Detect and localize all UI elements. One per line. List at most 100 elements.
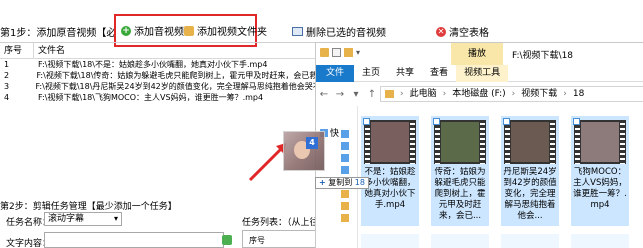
up-icon[interactable]: ↑ xyxy=(364,89,380,100)
video-frame xyxy=(581,122,619,162)
file-tile-partial[interactable] xyxy=(501,234,559,248)
file-name: 不是：姑娘趁多小伙嘴翻，她真对小伙下手.mp4 xyxy=(364,167,416,210)
clear-table-button[interactable]: ✕ 清空表格 xyxy=(436,24,489,39)
ribbon-tabs: 文件 主页 共享 查看 视频工具 xyxy=(316,65,643,82)
clear-icon: ✕ xyxy=(436,26,446,37)
table-row[interactable]: 4 F:\视频下载\18\飞狗MOCO：主人VS妈妈，谁更胜一筹？.mp4 xyxy=(0,92,330,103)
insert-icon[interactable] xyxy=(222,235,232,245)
drag-count-badge: 4 xyxy=(306,137,318,149)
file-tile[interactable]: 传奇：姑娘为躲避毛虎只能爬到树上，霍元甲及时赶来，会已... xyxy=(431,116,489,226)
address-row: ← → ▾ ↑ › 此电脑 › 本地磁盘 (F:) › 视频下载 › 18 xyxy=(316,83,643,105)
drag-tip-target: 18 xyxy=(354,178,365,187)
tab-view[interactable]: 查看 xyxy=(422,65,456,82)
table-row[interactable]: 3 F:\视频下载\18\丹尼斯吴24岁到42岁的颜值变化，完全理解马思纯抱着他… xyxy=(0,81,330,92)
col-filename: 文件名 xyxy=(38,46,66,56)
nav-quick-access-label: 快 xyxy=(330,129,340,139)
folder-icon xyxy=(184,25,194,36)
file-tile-partial[interactable] xyxy=(361,234,419,248)
drag-tip-text: 复制到 xyxy=(328,178,353,187)
file-grid: 不是：姑娘趁多小伙嘴翻，她真对小伙下手.mp4 传奇：姑娘为躲避毛虎只能爬到树上… xyxy=(361,116,643,248)
new-folder-icon[interactable] xyxy=(344,48,353,57)
breadcrumb-current[interactable]: 18 xyxy=(573,87,584,101)
breadcrumb-folder[interactable]: 视频下载 xyxy=(521,87,557,101)
drag-preview-thumbnail xyxy=(283,131,325,171)
file-tile[interactable]: 飞狗MOCO：主人VS妈妈，谁更胜一筹？.mp4 xyxy=(571,116,629,226)
task-name-select[interactable]: 滚动字幕 ▾ xyxy=(44,212,122,226)
folder-icon[interactable] xyxy=(341,190,349,198)
text-content-input[interactable] xyxy=(44,232,224,248)
chevron-down-icon[interactable]: ▾ xyxy=(348,89,364,100)
add-icon: + xyxy=(121,25,131,36)
properties-icon[interactable] xyxy=(332,48,341,57)
row-no: 3 xyxy=(4,82,10,91)
file-name: 飞狗MOCO：主人VS妈妈，谁更胜一筹？.mp4 xyxy=(573,167,627,210)
row-no: 1 xyxy=(4,60,10,69)
row-filename: F:\视频下载\18\不是：姑娘趁多小伙嘴翻，她真对小伙下手.mp4 xyxy=(38,60,268,69)
breadcrumb-drive[interactable]: 本地磁盘 (F:) xyxy=(452,87,505,101)
documents-icon[interactable] xyxy=(341,154,349,162)
file-tile-partial[interactable] xyxy=(431,234,489,248)
add-folder-button[interactable]: 添加视频文件夹 xyxy=(184,23,267,38)
chevron-down-icon: ▾ xyxy=(113,214,118,223)
video-thumbnail xyxy=(574,120,626,164)
file-name: 传奇：姑娘为躲避毛虎只能爬到树上，霍元甲及时赶来，会已... xyxy=(434,167,486,221)
breadcrumb-this-pc[interactable]: 此电脑 xyxy=(410,87,437,101)
folder-icon[interactable] xyxy=(341,202,349,210)
file-explorer-window: ▾ 播放 F:\视频下载\18 文件 主页 共享 查看 视频工具 ← → ▾ ↑… xyxy=(315,42,643,248)
file-tile[interactable]: 不是：姑娘趁多小伙嘴翻，她真对小伙下手.mp4 xyxy=(361,116,419,226)
download-icon[interactable] xyxy=(341,142,349,150)
tab-home[interactable]: 主页 xyxy=(354,65,388,82)
video-thumbnail xyxy=(364,120,416,164)
task-name-value: 滚动字幕 xyxy=(48,214,85,224)
quick-access-toolbar: ▾ xyxy=(320,48,360,57)
file-tile[interactable]: 丹尼斯吴24岁到42岁的颜值变化，完全理解马思纯抱着他会... xyxy=(501,116,559,226)
delete-selected-label: 删除已选的音视频 xyxy=(306,28,386,39)
clear-table-label: 清空表格 xyxy=(449,28,489,39)
forward-icon[interactable]: → xyxy=(332,89,348,100)
step2-label: 第2步：剪辑任务管理【最少添加一个任务】 xyxy=(0,202,177,212)
folder-icon xyxy=(320,48,329,57)
address-bar[interactable]: › 此电脑 › 本地磁盘 (F:) › 视频下载 › 18 xyxy=(380,86,643,102)
back-icon[interactable]: ← xyxy=(316,89,332,100)
pictures-icon[interactable] xyxy=(341,166,349,174)
list-delete-icon xyxy=(292,27,303,36)
table-row[interactable]: 1 F:\视频下载\18\不是：姑娘趁多小伙嘴翻，她真对小伙下手.mp4 xyxy=(0,59,330,70)
select-checkbox[interactable] xyxy=(503,118,510,125)
row-no: 2 xyxy=(4,71,10,80)
table-header: 序号 文件名 xyxy=(0,43,330,59)
file-tile-partial[interactable] xyxy=(571,234,629,248)
video-thumbnail xyxy=(504,120,556,164)
video-frame xyxy=(371,122,409,162)
tab-file[interactable]: 文件 xyxy=(316,65,355,82)
row-filename: F:\视频下载\18\丹尼斯吴24岁到42岁的颜值变化，完全理解马思纯抱着他会哭… xyxy=(35,82,330,91)
chevron-down-icon[interactable]: ▾ xyxy=(356,48,360,57)
tab-share[interactable]: 共享 xyxy=(388,65,422,82)
desktop-icon[interactable] xyxy=(341,130,349,138)
table-row[interactable]: 2 F:\视频下载\18\传奇：姑娘为躲避毛虎只能爬到树上，霍元甲及时赶来，会已… xyxy=(0,70,330,81)
file-name: 丹尼斯吴24岁到42岁的颜值变化，完全理解马思纯抱着他会... xyxy=(503,167,557,221)
row-filename: F:\视频下载\18\飞狗MOCO：主人VS妈妈，谁更胜一筹？.mp4 xyxy=(38,93,264,102)
row-filename: F:\视频下载\18\传奇：姑娘为躲避毛虎只能爬到树上，霍元甲及时赶来，会已救人… xyxy=(36,71,330,80)
select-checkbox[interactable] xyxy=(363,118,370,125)
plus-icon: + xyxy=(319,178,326,187)
window-title: F:\视频下载\18 xyxy=(512,51,574,61)
add-video-label: 添加音视频 xyxy=(134,27,184,38)
video-frame xyxy=(511,122,549,162)
delete-selected-button[interactable]: 删除已选的音视频 xyxy=(292,24,386,39)
tab-video-tools[interactable]: 视频工具 xyxy=(456,65,509,82)
row-no: 4 xyxy=(4,93,10,102)
task-list-table[interactable]: 序号 xyxy=(242,230,320,248)
tab-play-manage[interactable]: 播放 xyxy=(451,43,503,65)
add-video-button[interactable]: + 添加音视频 xyxy=(121,23,184,38)
select-checkbox[interactable] xyxy=(573,118,580,125)
task-list-col-no: 序号 xyxy=(249,236,265,245)
video-thumbnail xyxy=(434,120,486,164)
col-no: 序号 xyxy=(0,43,34,58)
select-checkbox[interactable] xyxy=(433,118,440,125)
drag-copy-tooltip: + 复制到 18 xyxy=(315,177,369,189)
folder-icon xyxy=(385,90,394,98)
explorer-titlebar: ▾ 播放 F:\视频下载\18 xyxy=(316,43,643,65)
folder-icon[interactable] xyxy=(341,214,349,222)
video-frame xyxy=(441,122,479,162)
add-folder-label: 添加视频文件夹 xyxy=(197,27,267,38)
